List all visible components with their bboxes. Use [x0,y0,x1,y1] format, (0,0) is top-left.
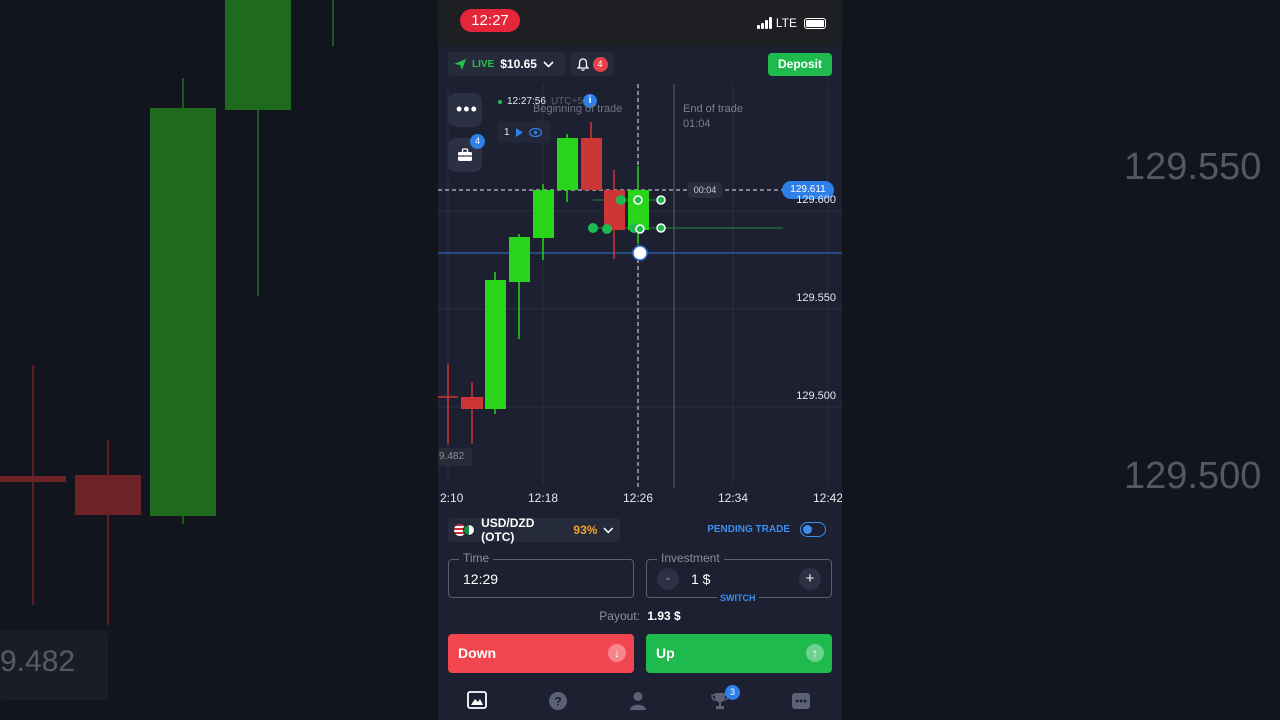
tournaments-badge: 3 [725,685,740,700]
payout-value: 1.93 $ [647,609,681,623]
end-of-trade-time: 01:04 [683,118,711,130]
trades-count: 1 [504,126,510,138]
notifications-button[interactable]: 4 [570,52,614,76]
pair-row: USD/DZD (OTC) 93% PENDING TRADE [438,512,842,548]
pending-trade-toggle[interactable] [800,522,826,537]
chevron-down-icon [603,527,614,534]
time-field[interactable]: Time 12:29 [448,551,634,598]
image-chart-icon [467,691,487,709]
bg-wick [32,365,34,605]
briefcase-icon [458,148,472,161]
more-button[interactable]: ••• [448,93,482,127]
network-label: LTE [775,16,797,30]
account-selector[interactable]: LIVE $10.65 [448,52,566,76]
notification-badge: 4 [592,56,608,72]
background-right: 129.550 129.500 [842,0,1280,720]
time-field-value: 12:29 [463,571,499,587]
price-tick: 129.550 [796,292,836,304]
time-tick: 12:34 [718,491,749,505]
top-bar: LIVE $10.65 4 Deposit [438,46,842,84]
status-indicators: LTE [756,16,826,30]
bg-candle [0,476,66,482]
background-left: 9.482 [0,0,438,720]
payout-row: Payout: 1.93 $ [438,609,842,623]
bg-candle [75,475,141,515]
bg-candle [150,108,216,516]
deposit-button[interactable]: Deposit [768,53,832,76]
dots-icon: ••• [456,99,478,119]
currency-flags-icon [454,524,475,536]
phone-screen: 12:27 LTE LIVE $10.65 4 Deposit ••• 4 12… [438,0,842,720]
online-dot [498,99,502,104]
portfolio-badge: 4 [470,134,485,149]
arrow-down-icon: ↓ [608,644,626,662]
left-price-tag: 9.482 [438,448,472,466]
question-icon: ? [549,692,567,710]
trade-timer: 00:04 [688,182,722,198]
price-tick: 129.600 [796,194,836,206]
open-trades-chip[interactable]: 1 [498,121,550,143]
nav-tournaments[interactable]: 3 [710,685,740,713]
bg-wick [332,0,334,46]
up-button[interactable]: Up ↑ [646,634,832,673]
live-tag: LIVE [472,58,495,70]
price-chart[interactable]: ••• 4 12:27:56 UTC+5 i Beginning of trad… [438,84,842,510]
user-icon [630,692,646,710]
chat-icon [792,693,810,709]
status-clock: 12:27 [460,9,520,32]
asset-payout-percent: 93% [573,523,598,537]
bottom-nav: ? 3 [438,683,842,720]
time-tick: 12:26 [623,491,654,505]
investment-field-label: Investment [657,551,724,565]
arrow-up-icon: ↑ [806,644,824,662]
time-tick: 12:42 [813,491,842,505]
investment-value: 1 $ [691,571,711,587]
bg-wick [257,100,259,296]
account-balance: $10.65 [500,57,537,71]
nav-chat[interactable] [791,691,813,713]
bg-wick [107,440,109,625]
chart-canvas [438,84,842,488]
play-icon [515,127,523,137]
bell-icon [576,57,589,71]
bg-price: 129.500 [1124,455,1262,497]
eye-icon [528,127,542,137]
down-button-label: Down [458,645,497,661]
down-button[interactable]: Down ↓ [448,634,634,673]
pending-trade-label: PENDING TRADE [707,524,790,535]
asset-name: USD/DZD (OTC) [481,516,535,544]
investment-decrease-button[interactable]: - [657,568,679,590]
chevron-down-icon [543,60,554,68]
battery-icon [804,17,826,29]
nav-profile[interactable] [629,691,651,713]
investment-field[interactable]: Investment - 1 $ + SWITCH [646,551,832,603]
payout-label: Payout: [599,609,640,623]
bg-candle [225,0,291,110]
end-of-trade-label: End of trade [683,103,743,115]
status-bar: 12:27 LTE [438,0,842,46]
nav-chart[interactable] [467,691,489,713]
signal-icon [756,17,772,29]
nav-help[interactable]: ? [548,691,570,713]
price-tick: 129.500 [796,390,836,402]
bg-price: 9.482 [0,645,76,678]
time-tick: 2:10 [440,491,464,505]
up-button-label: Up [656,645,675,661]
asset-selector[interactable]: USD/DZD (OTC) 93% [448,516,620,544]
time-field-label: Time [459,551,494,565]
send-icon [454,58,466,70]
investment-increase-button[interactable]: + [799,568,821,590]
bg-price: 129.550 [1124,146,1262,188]
svg-text:?: ? [554,695,561,709]
time-tick: 12:18 [528,491,559,505]
switch-currency-button[interactable]: SWITCH [717,593,759,603]
beginning-of-trade-label: Beginning of trade [533,103,623,115]
